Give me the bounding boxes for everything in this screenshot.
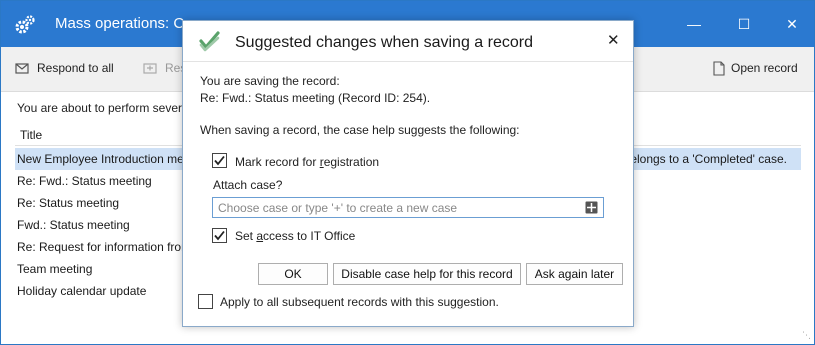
row-title: Re: Request for information fror bbox=[17, 240, 186, 254]
label-part: Set bbox=[235, 229, 257, 243]
minimize-button[interactable]: — bbox=[679, 11, 709, 37]
reply-icon bbox=[143, 63, 157, 74]
set-access-label[interactable]: Set access to IT Office bbox=[235, 229, 355, 243]
attach-case-label: Attach case? bbox=[213, 178, 283, 192]
set-access-checkbox[interactable] bbox=[212, 228, 227, 243]
row-status-note: elongs to a 'Completed' case. bbox=[630, 152, 787, 166]
case-picker-combobox[interactable]: Choose case or type '+' to create a new … bbox=[212, 197, 604, 218]
checkmark-icon bbox=[214, 230, 225, 241]
maximize-button[interactable]: ☐ bbox=[729, 11, 759, 37]
record-name-text: Re: Fwd.: Status meeting (Record ID: 254… bbox=[200, 91, 431, 105]
reply-all-icon bbox=[15, 63, 29, 74]
document-icon bbox=[713, 61, 725, 76]
label-part: Mark record for bbox=[235, 155, 320, 169]
title-divider bbox=[183, 61, 633, 62]
column-title-label: Title bbox=[20, 128, 43, 142]
mark-registration-checkbox[interactable] bbox=[212, 153, 227, 168]
close-window-button[interactable]: ✕ bbox=[777, 11, 807, 37]
suggested-changes-dialog: Suggested changes when saving a record ✕… bbox=[182, 20, 634, 327]
row-title: Re: Fwd.: Status meeting bbox=[17, 174, 152, 188]
respond-to-all-label: Respond to all bbox=[37, 61, 114, 75]
case-picker-icon[interactable] bbox=[585, 201, 598, 214]
open-record-button[interactable]: Open record bbox=[713, 61, 798, 76]
apply-to-all-label[interactable]: Apply to all subsequent records with thi… bbox=[220, 295, 499, 309]
gears-icon bbox=[15, 15, 35, 34]
row-title: New Employee Introduction me bbox=[17, 152, 184, 166]
double-checkmark-icon bbox=[199, 31, 220, 52]
apply-to-all-checkbox[interactable] bbox=[198, 294, 213, 309]
case-picker-placeholder: Choose case or type '+' to create a new … bbox=[218, 201, 458, 215]
intro-text: You are about to perform severa bbox=[17, 101, 189, 115]
respond-to-all-button[interactable]: Respond to all bbox=[15, 61, 114, 76]
label-part: ccess to IT Office bbox=[263, 229, 356, 243]
ask-again-later-button[interactable]: Ask again later bbox=[526, 263, 623, 285]
row-title: Team meeting bbox=[17, 262, 93, 276]
disable-case-help-button[interactable]: Disable case help for this record bbox=[333, 263, 521, 285]
dialog-title: Suggested changes when saving a record bbox=[235, 34, 533, 51]
mark-registration-label[interactable]: Mark record for registration bbox=[235, 155, 379, 169]
checkmark-icon bbox=[214, 155, 225, 166]
saving-record-text: You are saving the record: bbox=[200, 74, 340, 88]
ok-button[interactable]: OK bbox=[258, 263, 328, 285]
label-part: egistration bbox=[323, 155, 380, 169]
row-title: Fwd.: Status meeting bbox=[17, 218, 130, 232]
resize-grip[interactable]: ⋱ bbox=[802, 330, 811, 341]
suggestion-intro-text: When saving a record, the case help sugg… bbox=[200, 123, 520, 137]
row-title: Holiday calendar update bbox=[17, 284, 147, 298]
row-title: Re: Status meeting bbox=[17, 196, 120, 210]
open-record-label: Open record bbox=[731, 61, 798, 75]
close-icon[interactable]: ✕ bbox=[607, 31, 620, 49]
